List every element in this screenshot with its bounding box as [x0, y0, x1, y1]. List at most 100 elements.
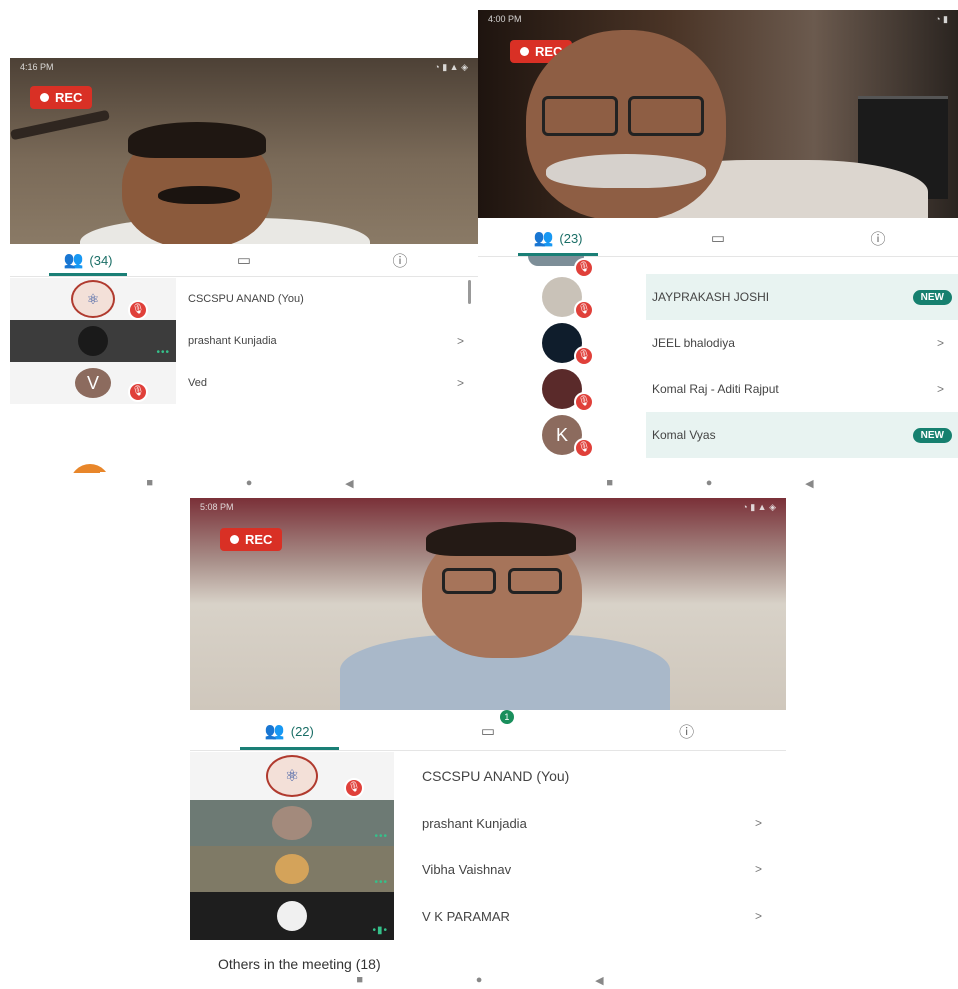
home-icon[interactable]: ● [706, 477, 713, 489]
more-dots-icon: ••• [156, 347, 170, 358]
participant-thumbnail: 🎙 [478, 320, 646, 366]
tab-chat[interactable]: ▭ [166, 244, 322, 276]
participant-video-thumb [275, 854, 309, 884]
chevron-right-icon[interactable]: > [457, 334, 464, 348]
status-icons: ◔ ▮ ▲ ◈ [434, 62, 468, 72]
status-time: 5:08 PM [200, 502, 234, 512]
glasses-shape [508, 568, 562, 594]
status-bar: 4:16 PM ◔ ▮ ▲ ◈ [20, 62, 468, 76]
participant-thumbnail: •▮• [190, 892, 394, 940]
tab-info[interactable]: ⓘ [322, 244, 478, 276]
chevron-right-icon[interactable]: > [755, 909, 762, 923]
participant-row[interactable]: ••• Vibha Vaishnav > [190, 846, 786, 892]
back-icon[interactable]: ◀ [805, 477, 813, 490]
mic-off-icon: 🎙 [574, 346, 594, 366]
participant-row[interactable]: ⚛ 🎙 CSCSPU ANAND (You) [190, 752, 786, 800]
info-icon: ⓘ [392, 252, 408, 270]
participant-row[interactable]: 🎙 Komal Raj - Aditi Rajput > [478, 366, 958, 412]
participant-name: prashant Kunjadia [188, 335, 277, 347]
tab-chat[interactable]: ▭ [638, 220, 798, 256]
chevron-right-icon[interactable]: > [937, 336, 944, 350]
back-icon[interactable]: ◀ [595, 974, 603, 987]
rec-dot-icon [230, 535, 239, 544]
glasses-shape [442, 568, 496, 594]
tab-bar: 👥 (34) ▭ ⓘ [10, 244, 478, 277]
participant-video-thumb [272, 806, 312, 840]
glasses-shape [542, 96, 618, 136]
participant-row[interactable]: ••• prashant Kunjadia > [10, 320, 478, 362]
participant-name: Komal Raj - Aditi Rajput [652, 382, 779, 396]
participant-thumbnail: K 🎙 [478, 412, 646, 458]
chevron-right-icon[interactable]: > [457, 376, 464, 390]
participants-count: (22) [290, 723, 314, 739]
hair-shape [426, 522, 576, 556]
chevron-right-icon[interactable]: > [755, 862, 762, 876]
people-icon: 👥 [63, 252, 84, 269]
video-feed: 4:00 PM ◔ ▮ REC [478, 10, 958, 218]
more-dots-icon: ••• [374, 877, 388, 888]
recents-icon[interactable]: ■ [146, 477, 153, 489]
recents-icon[interactable]: ■ [356, 974, 363, 986]
participant-row[interactable]: V 🎙 Ved > [10, 362, 478, 404]
chat-icon: ▭ [236, 252, 252, 269]
participant-row[interactable]: •▮• V K PARAMAR > [190, 892, 786, 940]
participant-thumbnail: 🎙 [478, 366, 646, 412]
rec-indicator: REC [220, 528, 283, 551]
rec-dot-icon [40, 93, 49, 102]
chat-unread-badge: 1 [499, 710, 514, 724]
mustache-shape [546, 154, 706, 188]
participant-thumbnail: ••• [190, 800, 394, 846]
tab-participants[interactable]: 👥 (22) [190, 712, 389, 750]
participants-count: (34) [89, 252, 113, 268]
new-badge: NEW [912, 427, 952, 443]
mic-off-icon: 🎙 [128, 300, 148, 320]
tab-chat[interactable]: ▭ 1 [389, 710, 588, 750]
system-nav-bar: ■ ● ◀ [100, 472, 400, 494]
status-bar: 4:00 PM ◔ ▮ [488, 14, 948, 28]
participant-video-thumb [78, 326, 108, 356]
screenshot-3: 5:08 PM ◔ ▮ ▲ ◈ REC 👥 (22) ▭ 1 ⓘ ⚛ 🎙 CSC… [190, 498, 786, 976]
status-time: 4:00 PM [488, 14, 522, 24]
rec-dot-icon [520, 47, 529, 56]
home-icon[interactable]: ● [246, 477, 253, 489]
mic-off-icon: 🎙 [574, 300, 594, 320]
tab-participants[interactable]: 👥 (34) [10, 244, 166, 276]
tab-bar: 👥 (23) ▭ ⓘ [478, 220, 958, 257]
row-highlight: Komal Vyas NEW [646, 412, 958, 458]
scrollbar[interactable] [468, 280, 471, 304]
chevron-right-icon[interactable]: > [937, 382, 944, 396]
tab-info[interactable]: ⓘ [798, 220, 958, 256]
participant-thumbnail: ••• [10, 320, 176, 362]
back-icon[interactable]: ◀ [345, 477, 353, 490]
tab-info[interactable]: ⓘ [587, 712, 786, 750]
participant-row[interactable]: ••• prashant Kunjadia > [190, 800, 786, 846]
org-logo-icon: ⚛ [71, 280, 115, 318]
ceiling-fan-shape [10, 109, 110, 141]
home-icon[interactable]: ● [476, 974, 483, 986]
participant-name: prashant Kunjadia [422, 815, 527, 831]
participant-thumbnail: ••• [190, 846, 394, 892]
participant-row[interactable]: 🎙 JAYPRAKASH JOSHI NEW [478, 274, 958, 320]
participant-row[interactable]: ⚛ 🎙 CSCSPU ANAND (You) [10, 278, 478, 320]
mustache-shape [158, 186, 240, 204]
status-icons: ◔ ▮ [935, 14, 948, 24]
chat-icon: ▭ [710, 230, 726, 247]
recents-icon[interactable]: ■ [606, 477, 613, 489]
info-icon: ⓘ [870, 230, 886, 248]
participant-thumbnail: ⚛ 🎙 [190, 752, 394, 800]
avatar: V [75, 368, 111, 398]
participant-row[interactable]: K 🎙 Komal Vyas NEW [478, 412, 958, 458]
rec-label: REC [245, 532, 273, 547]
glasses-shape [628, 96, 704, 136]
system-nav-bar: ■ ● ◀ [560, 472, 860, 494]
tab-participants[interactable]: 👥 (23) [478, 220, 638, 256]
participant-row[interactable]: 🎙 JEEL bhalodiya > [478, 320, 958, 366]
audio-level-icon: •▮• [372, 925, 388, 936]
people-icon: 👥 [264, 723, 285, 740]
chevron-right-icon[interactable]: > [755, 816, 762, 830]
new-badge: NEW [912, 289, 952, 305]
participant-name: V K PARAMAR [422, 908, 510, 924]
participant-thumbnail: V 🎙 [10, 362, 176, 404]
rec-label: REC [55, 90, 83, 105]
participants-count: (23) [559, 230, 583, 246]
